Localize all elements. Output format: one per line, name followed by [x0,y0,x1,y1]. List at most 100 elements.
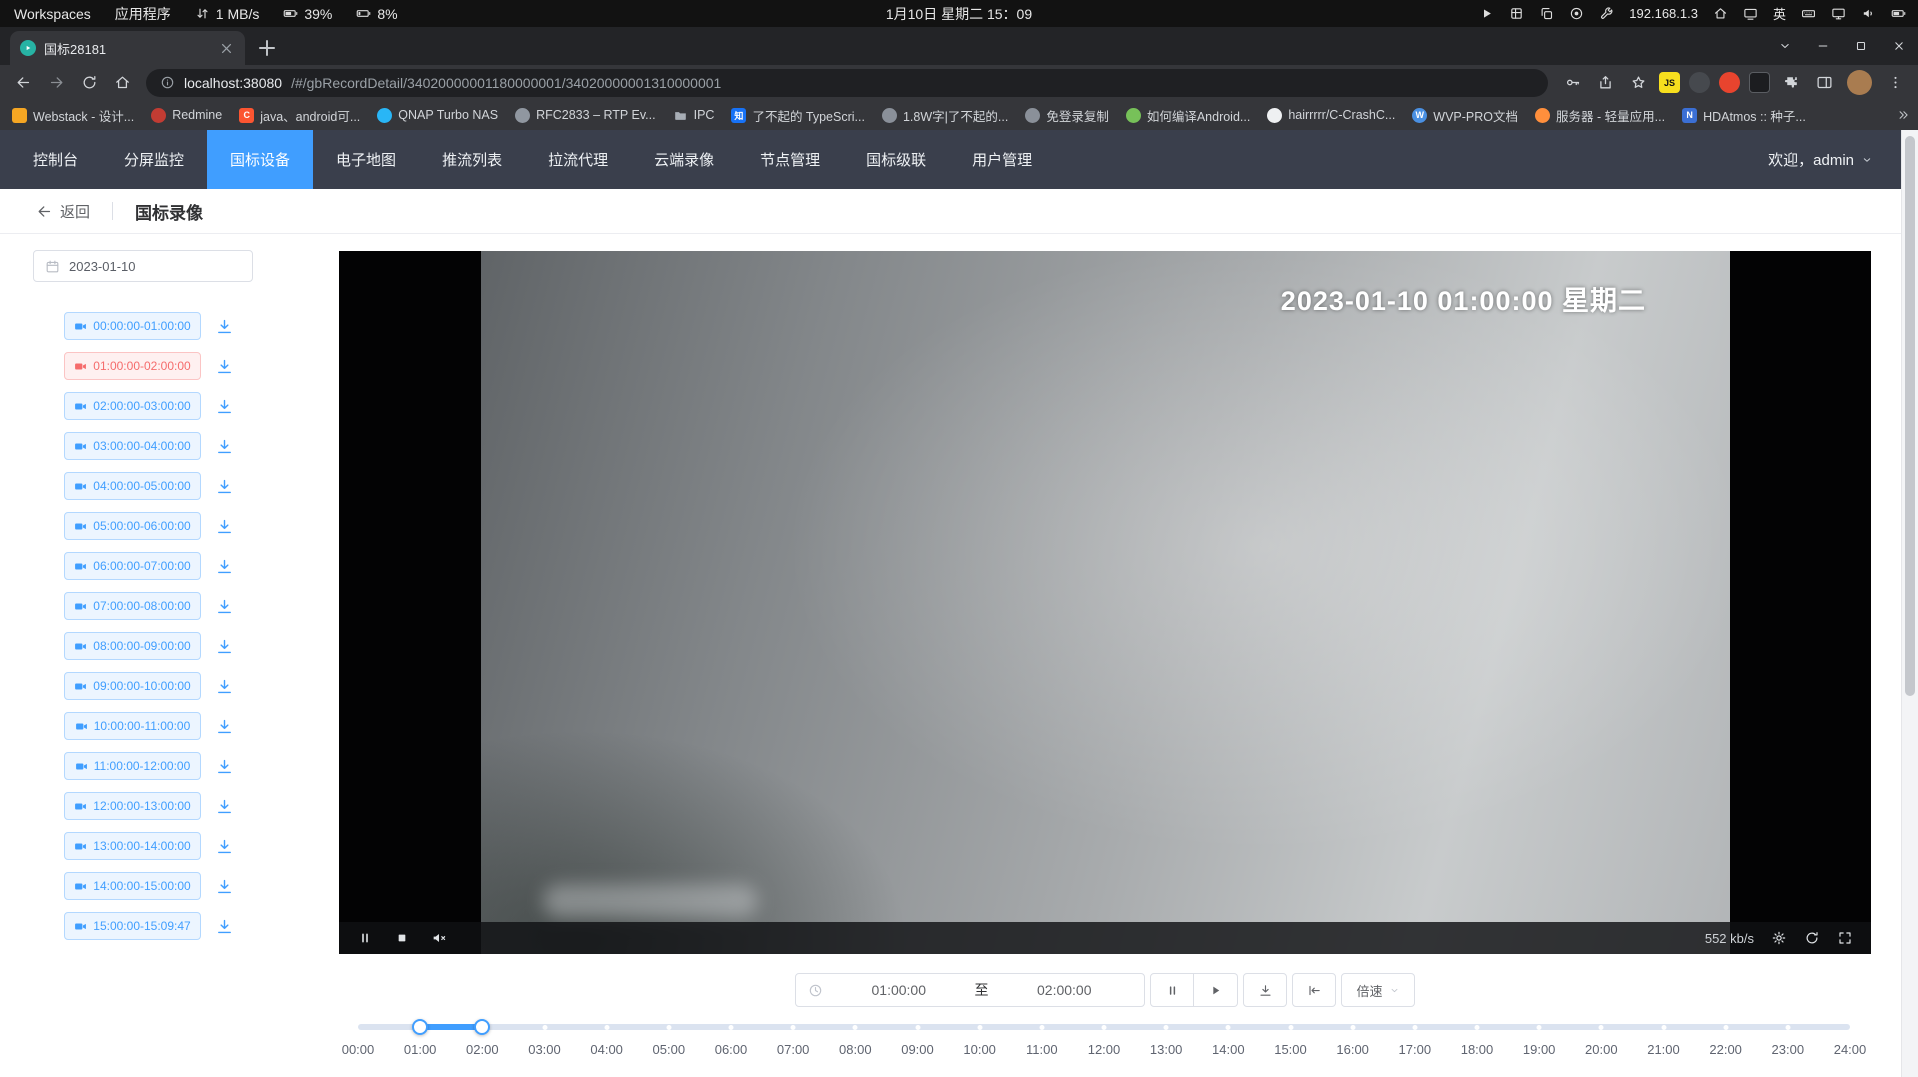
bookmark-item[interactable]: Redmine [151,108,222,123]
tweaks-icon[interactable] [1599,6,1614,21]
player-stop-icon[interactable] [394,930,410,946]
segment-button[interactable]: 01:00:00-02:00:00 [64,352,201,380]
extensions-puzzle-icon[interactable] [1776,68,1806,98]
player-refresh-icon[interactable] [1804,930,1820,946]
date-picker-input[interactable]: 2023-01-10 [33,250,253,282]
extension-icon-1[interactable] [1689,72,1710,93]
download-icon[interactable] [215,637,234,656]
segment-button[interactable]: 13:00:00-14:00:00 [64,832,201,860]
bookmark-item[interactable]: RFC2833 – RTP Ev... [515,108,656,123]
bookmark-item[interactable]: 如何编译Android... [1126,106,1251,125]
reload-button[interactable] [74,68,104,98]
nav-tab-4[interactable]: 电子地图 [313,130,419,189]
window-close-button[interactable] [1880,27,1918,65]
download-icon[interactable] [215,677,234,696]
bookmark-item[interactable]: 1.8W字|了不起的... [882,106,1008,125]
page-scrollbar[interactable] [1901,130,1918,1077]
password-manager-icon[interactable] [1557,68,1587,98]
site-info-icon[interactable] [160,75,175,90]
segment-button[interactable]: 00:00:00-01:00:00 [64,312,201,340]
window-minimize-button[interactable] [1804,27,1842,65]
segment-button[interactable]: 05:00:00-06:00:00 [64,512,201,540]
browser-menu-icon[interactable] [1880,68,1910,98]
share-icon[interactable] [1590,68,1620,98]
tab-search-button[interactable] [1766,27,1804,65]
browser-tab[interactable]: 国标28181 [10,31,245,65]
bookmark-item[interactable]: 知了不起的 TypeScri... [731,106,865,125]
segment-button[interactable]: 14:00:00-15:00:00 [64,872,201,900]
player-settings-icon[interactable] [1771,930,1787,946]
bookmark-item[interactable]: IPC [673,108,715,123]
nav-tab-2[interactable]: 分屏监控 [101,130,207,189]
download-icon[interactable] [215,437,234,456]
segment-button[interactable]: 02:00:00-03:00:00 [64,392,201,420]
back-nav-button[interactable]: 返回 [36,201,90,222]
bookmark-item[interactable]: NHDAtmos :: 种子... [1682,106,1806,125]
segment-button[interactable]: 12:00:00-13:00:00 [64,792,201,820]
download-icon[interactable] [215,917,234,936]
download-icon[interactable] [215,757,234,776]
volume-icon[interactable] [1861,6,1876,21]
time-range-picker[interactable]: 01:00:00 至 02:00:00 [795,973,1145,1007]
clock-indicator[interactable]: 1月10日 星期二 15：09 [886,4,1032,24]
battery-percent-indicator[interactable]: 39% [283,6,332,22]
segment-button[interactable]: 04:00:00-05:00:00 [64,472,201,500]
nav-tab-3[interactable]: 国标设备 [207,130,313,189]
download-button[interactable] [1243,973,1287,1007]
download-icon[interactable] [215,517,234,536]
clipboard-icon[interactable] [1539,6,1554,21]
segment-button[interactable]: 10:00:00-11:00:00 [64,712,201,740]
profile-avatar[interactable] [1847,70,1872,95]
segment-button[interactable]: 03:00:00-04:00:00 [64,432,201,460]
download-icon[interactable] [215,797,234,816]
workspaces-button[interactable]: Workspaces [14,6,91,22]
home-icon[interactable] [1713,6,1728,21]
side-panel-icon[interactable] [1809,68,1839,98]
bookmark-item[interactable]: Webstack - 设计... [12,106,134,125]
nav-tab-1[interactable]: 控制台 [10,130,101,189]
segment-button[interactable]: 06:00:00-07:00:00 [64,552,201,580]
player-fullscreen-icon[interactable] [1837,930,1853,946]
download-icon[interactable] [215,477,234,496]
bookmark-item[interactable]: 免登录复制 [1025,106,1109,125]
extension-icon-3[interactable] [1749,72,1770,93]
extension-js-icon[interactable]: JS [1659,72,1680,93]
seek-back-button[interactable] [1292,973,1336,1007]
download-icon[interactable] [215,357,234,376]
battery-icon[interactable] [1891,6,1906,21]
download-icon[interactable] [215,837,234,856]
forward-button[interactable] [41,68,71,98]
record-indicator-icon[interactable] [1569,6,1584,21]
bookmark-star-icon[interactable] [1623,68,1653,98]
input-method-indicator[interactable]: 英 [1773,4,1786,23]
address-bar[interactable]: localhost:38080/#/gbRecordDetail/3402000… [146,69,1548,97]
window-maximize-button[interactable] [1842,27,1880,65]
new-tab-button[interactable] [254,35,280,61]
segment-button[interactable]: 09:00:00-10:00:00 [64,672,201,700]
extension-icon-2[interactable] [1719,72,1740,93]
nav-tab-10[interactable]: 用户管理 [949,130,1055,189]
media-play-icon[interactable] [1479,6,1494,21]
player-pause-icon[interactable] [357,930,373,946]
screenshot-tool-icon[interactable] [1509,6,1524,21]
user-menu[interactable]: 欢迎，admin [1768,130,1901,189]
timeline-handle-start[interactable] [412,1019,428,1035]
bookmark-item[interactable]: WWVP-PRO文档 [1412,106,1518,125]
segment-button[interactable]: 11:00:00-12:00:00 [64,752,201,780]
pause-button[interactable] [1150,973,1194,1007]
segment-button[interactable]: 07:00:00-08:00:00 [64,592,201,620]
player-mute-icon[interactable] [431,930,447,946]
nav-tab-9[interactable]: 国标级联 [843,130,949,189]
speed-dropdown[interactable]: 倍速 [1341,973,1415,1007]
download-icon[interactable] [215,397,234,416]
segment-button[interactable]: 08:00:00-09:00:00 [64,632,201,660]
bookmarks-overflow-icon[interactable] [1888,100,1910,130]
bookmark-item[interactable]: QNAP Turbo NAS [377,108,498,123]
applications-button[interactable]: 应用程序 [115,4,171,24]
tab-close-icon[interactable] [218,40,235,57]
video-surface[interactable] [481,251,1730,954]
download-icon[interactable] [215,317,234,336]
play-button[interactable] [1194,973,1238,1007]
home-button[interactable] [107,68,137,98]
keyboard-icon[interactable] [1801,6,1816,21]
